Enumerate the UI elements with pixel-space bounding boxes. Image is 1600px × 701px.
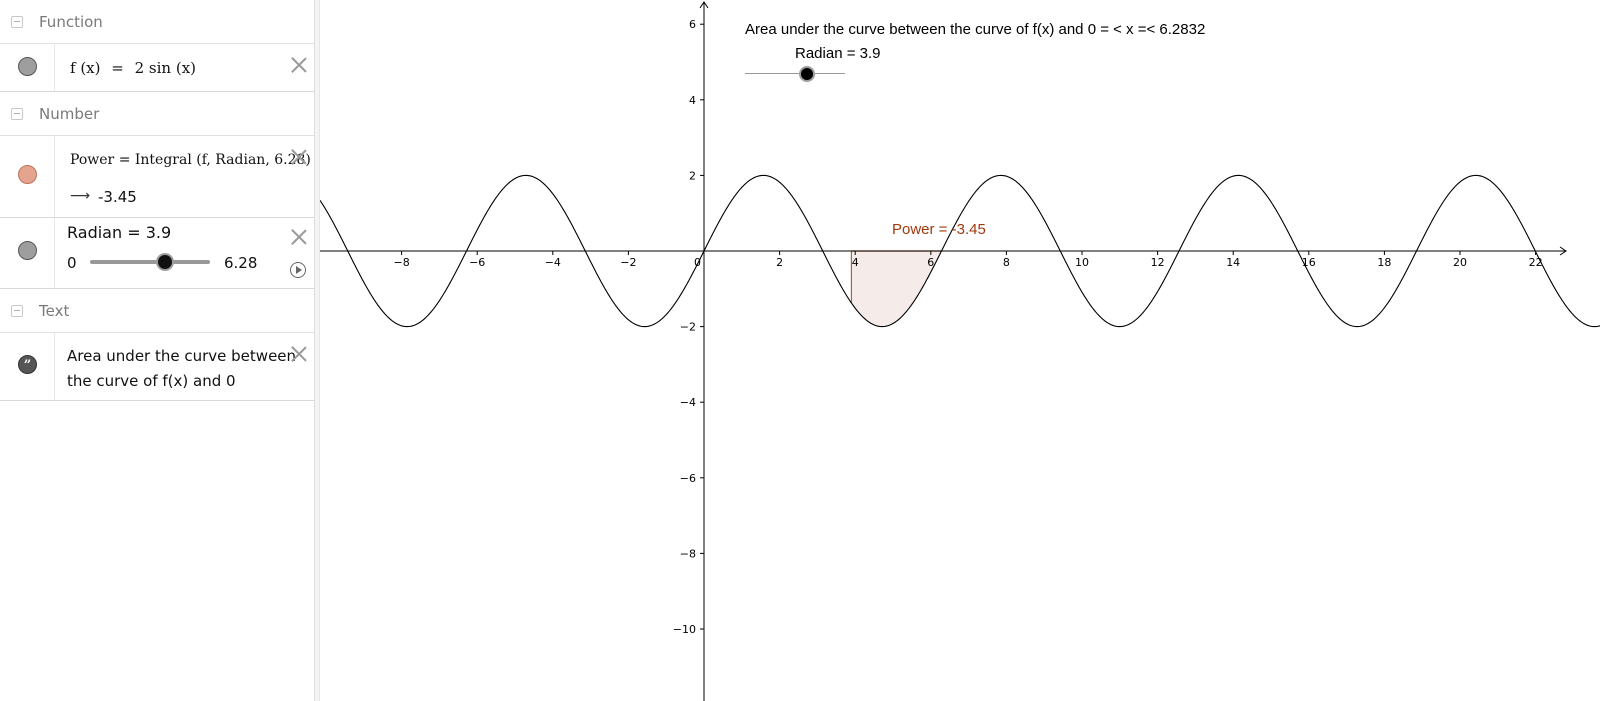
collapse-icon[interactable] bbox=[11, 16, 23, 28]
group-header-number[interactable]: Number bbox=[0, 92, 314, 136]
x-tick-label: 20 bbox=[1453, 256, 1467, 269]
y-tick-label: −10 bbox=[673, 623, 696, 636]
marble-column: ” bbox=[0, 333, 55, 400]
delete-icon[interactable] bbox=[290, 228, 308, 246]
y-tick-label: 4 bbox=[689, 94, 696, 107]
y-tick-label: −6 bbox=[680, 472, 696, 485]
power-definition[interactable]: Power = Integral (f, Radian, 6.28) bbox=[70, 152, 311, 168]
geogebra-app: Function f (x) = 2 sin (x) Number Power … bbox=[0, 0, 1600, 701]
y-tick-label: 2 bbox=[689, 169, 696, 182]
text-line-2[interactable]: the curve of f(x) and 0 bbox=[67, 372, 236, 390]
radian-slider-track[interactable] bbox=[90, 260, 210, 264]
delete-icon[interactable] bbox=[290, 148, 308, 166]
group-label: Number bbox=[39, 105, 100, 123]
x-tick-label: 4 bbox=[852, 256, 859, 269]
group-label: Text bbox=[39, 302, 70, 320]
text-line-1[interactable]: Area under the curve between bbox=[67, 347, 296, 365]
x-tick-label: 10 bbox=[1075, 256, 1089, 269]
function-definition[interactable]: f (x) = 2 sin (x) bbox=[70, 59, 196, 77]
algebra-item-text[interactable]: ” Area under the curve between the curve… bbox=[0, 333, 314, 401]
marble-column bbox=[0, 136, 55, 217]
graphics-view[interactable]: −8 −6 −4 −2 0 2 4 6 8 10 12 14 16 18 20 22 6 4 2 −2 −4 −6 −8 −1… bbox=[319, 0, 1600, 701]
slider-max-label: 6.28 bbox=[224, 254, 258, 272]
radian-label[interactable]: Radian = 3.9 bbox=[67, 223, 171, 242]
visibility-marble-icon[interactable] bbox=[18, 57, 37, 76]
radian-slider-handle[interactable] bbox=[155, 253, 174, 271]
x-tick-label: 18 bbox=[1377, 256, 1391, 269]
result-arrow-icon: ⟶ bbox=[70, 188, 91, 204]
x-tick-label: −6 bbox=[469, 256, 485, 269]
graphics-slider-label[interactable]: Radian = 3.9 bbox=[795, 45, 880, 62]
x-tick-label: −2 bbox=[620, 256, 636, 269]
graphics-slider-track[interactable] bbox=[745, 73, 845, 74]
play-icon[interactable] bbox=[290, 262, 306, 278]
marble-column bbox=[0, 218, 55, 288]
y-tick-label: −8 bbox=[680, 547, 696, 560]
visibility-marble-icon[interactable] bbox=[18, 165, 37, 184]
y-tick-label: −2 bbox=[680, 321, 696, 334]
y-tick-label: 6 bbox=[689, 18, 696, 31]
visibility-marble-icon[interactable] bbox=[18, 241, 37, 260]
algebra-item-function[interactable]: f (x) = 2 sin (x) bbox=[0, 44, 314, 92]
delete-icon[interactable] bbox=[290, 56, 308, 74]
algebra-view: Function f (x) = 2 sin (x) Number Power … bbox=[0, 0, 314, 701]
function-lhs: f (x) bbox=[70, 59, 101, 77]
graphics-slider-handle[interactable] bbox=[799, 66, 816, 82]
area-caption[interactable]: Area under the curve between the curve o… bbox=[745, 21, 1205, 38]
power-label[interactable]: Power = -3.45 bbox=[892, 221, 986, 238]
x-tick-label: −4 bbox=[545, 256, 561, 269]
function-rhs: 2 sin (x) bbox=[134, 59, 197, 77]
algebra-item-radian[interactable]: Radian = 3.9 0 6.28 bbox=[0, 218, 314, 289]
delete-icon[interactable] bbox=[290, 345, 308, 363]
x-tick-label: 8 bbox=[1003, 256, 1010, 269]
marble-column bbox=[0, 44, 55, 91]
equals-sign: = bbox=[111, 59, 124, 77]
group-header-function[interactable]: Function bbox=[0, 0, 314, 44]
collapse-icon[interactable] bbox=[11, 305, 23, 317]
x-tick-label: −8 bbox=[393, 256, 409, 269]
group-label: Function bbox=[39, 13, 103, 31]
x-tick-label: 2 bbox=[776, 256, 783, 269]
x-tick-label: 12 bbox=[1151, 256, 1165, 269]
slider-min-label: 0 bbox=[67, 254, 77, 272]
algebra-item-power[interactable]: Power = Integral (f, Radian, 6.28) ⟶ -3.… bbox=[0, 136, 314, 218]
y-tick-label: −4 bbox=[680, 396, 696, 409]
quote-icon[interactable]: ” bbox=[18, 355, 37, 374]
group-header-text[interactable]: Text bbox=[0, 289, 314, 333]
collapse-icon[interactable] bbox=[11, 108, 23, 120]
plot-canvas[interactable]: −8 −6 −4 −2 0 2 4 6 8 10 12 14 16 18 20 22642−2−4−6−8−1… bbox=[319, 0, 1600, 701]
x-tick-label: 14 bbox=[1226, 256, 1240, 269]
power-value: -3.45 bbox=[98, 188, 137, 206]
